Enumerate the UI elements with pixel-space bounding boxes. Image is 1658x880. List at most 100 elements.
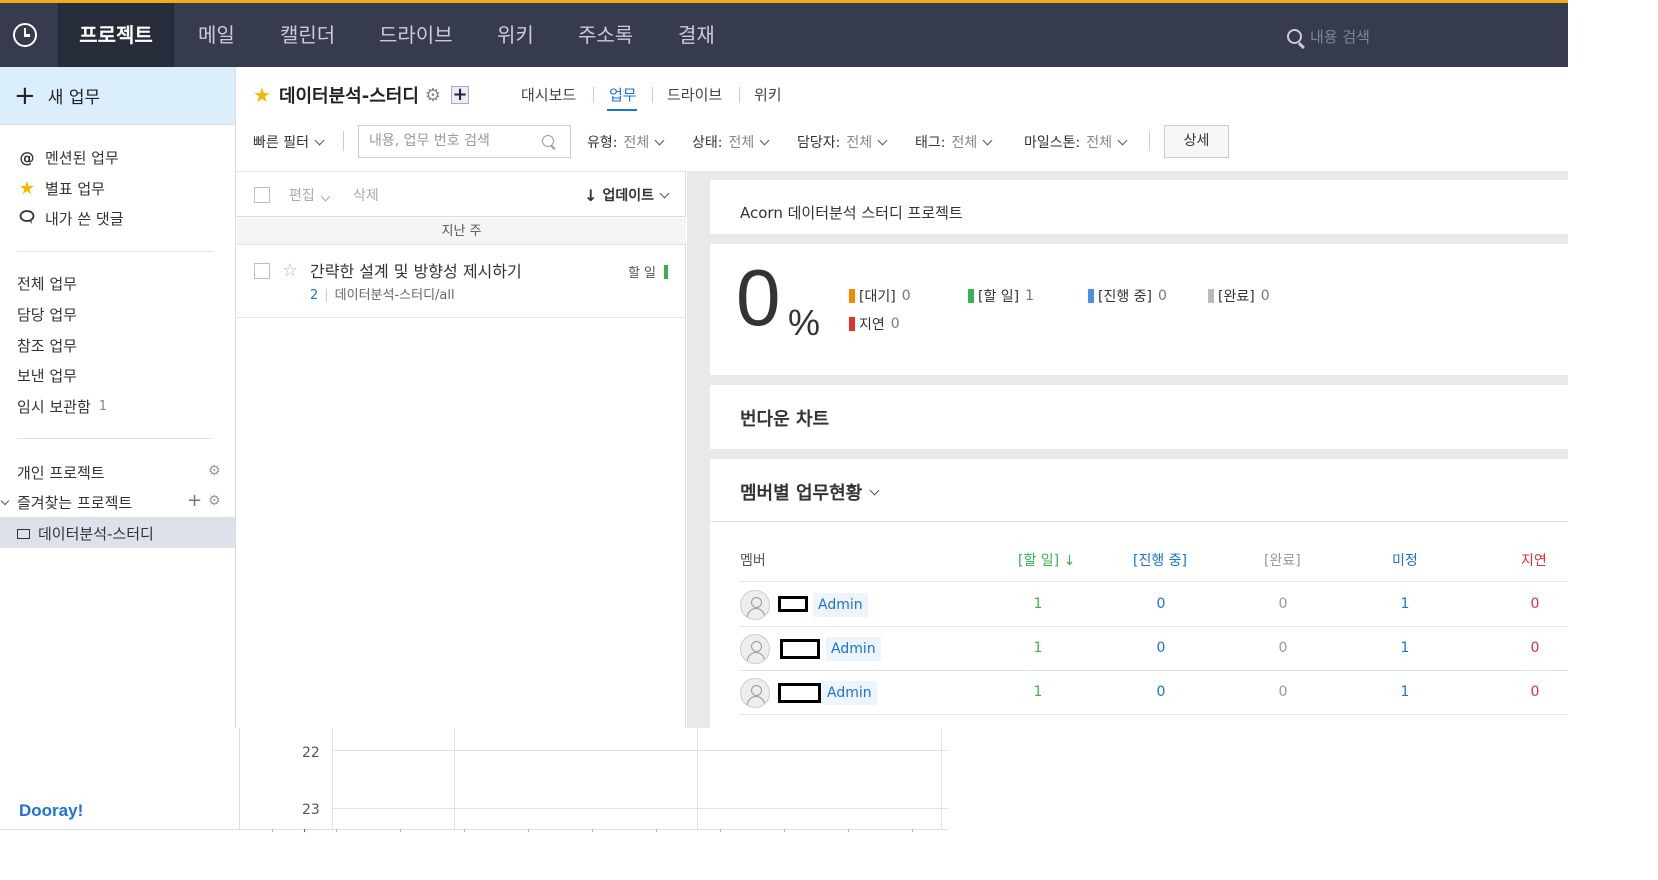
task-title[interactable]: 간략한 설계 및 방향성 제시하기 — [310, 258, 522, 282]
nav-mail[interactable]: 메일 — [198, 3, 235, 67]
project-description: Acorn 데이터분석 스터디 프로젝트 — [740, 204, 963, 222]
nav-drive[interactable]: 드라이브 — [379, 3, 453, 67]
nav-projects[interactable]: 프로젝트 — [58, 3, 174, 67]
add-icon[interactable]: + — [451, 86, 470, 104]
draft-count: 1 — [98, 399, 108, 414]
member-delayed-count[interactable]: 0 — [1515, 596, 1555, 612]
member-unset-count[interactable]: 1 — [1385, 684, 1425, 700]
member-status-title[interactable]: 멤버별 업무현황 — [740, 479, 880, 505]
avatar — [740, 678, 770, 708]
member-unset-count[interactable]: 1 — [1385, 640, 1425, 656]
select-all-checkbox[interactable] — [254, 187, 270, 203]
sort-dropdown[interactable]: ↓ 업데이트 — [584, 185, 670, 205]
type-filter[interactable]: 유형: 전체 — [587, 132, 665, 152]
calendar-gridline — [332, 728, 333, 830]
chevron-down-icon — [869, 485, 880, 495]
member-row: Admin 1 0 0 1 0 — [740, 583, 1568, 627]
sidebar-item-mentioned[interactable]: @ 멘션된 업무 — [17, 147, 119, 168]
global-search-input[interactable]: 내용 검색 — [1310, 26, 1370, 47]
sidebar-item-all-tasks[interactable]: 전체 업무 — [17, 273, 77, 294]
star-icon[interactable]: ★ — [253, 83, 271, 107]
legend-swatch — [968, 289, 974, 303]
member-todo-count[interactable]: 1 — [1018, 640, 1058, 656]
delete-button[interactable]: 삭제 — [353, 185, 379, 205]
tab-dashboard[interactable]: 대시보드 — [521, 84, 576, 105]
gear-icon[interactable]: ⚙ — [208, 463, 221, 479]
member-delayed-count[interactable]: 0 — [1515, 640, 1555, 656]
col-unset[interactable]: 미정 — [1392, 550, 1418, 570]
tab-tasks[interactable]: 업무 — [609, 84, 637, 105]
chevron-down-icon — [982, 135, 993, 145]
filter-label: 상태: — [692, 135, 723, 151]
quick-filter-dropdown[interactable]: 빠른 필터 — [253, 132, 325, 152]
sidebar-item-my-comments[interactable]: 내가 쓴 댓글 — [17, 208, 124, 229]
sidebar-item-cc-tasks[interactable]: 참조 업무 — [17, 335, 77, 356]
tag-filter[interactable]: 태그: 전체 — [915, 132, 993, 152]
gear-icon[interactable]: ⚙ — [425, 85, 441, 106]
sort-label: 업데이트 — [602, 188, 654, 204]
project-name: 데이터분석-스터디 — [278, 86, 419, 107]
task-checkbox[interactable] — [254, 263, 270, 279]
member-unset-count[interactable]: 1 — [1385, 596, 1425, 612]
sidebar-item-drafts[interactable]: 임시 보관함 1 — [17, 396, 107, 417]
nav-wiki[interactable]: 위키 — [497, 3, 534, 67]
nav-contacts[interactable]: 주소록 — [578, 3, 633, 67]
sidebar-item-label: 데이터분석-스터디 — [38, 525, 154, 543]
legend-done: [완료] 0 — [1208, 286, 1270, 306]
filter-value: 전체 — [623, 135, 650, 151]
edit-button[interactable]: 편집 — [289, 185, 331, 205]
assignee-filter[interactable]: 담당자: 전체 — [797, 132, 888, 152]
bottom-divider — [0, 829, 948, 830]
member-todo-count[interactable]: 1 — [1018, 596, 1058, 612]
col-done[interactable]: [완료] — [1264, 550, 1301, 570]
star-outline-icon[interactable]: ☆ — [282, 260, 298, 281]
nav-calendar[interactable]: 캘린더 — [280, 3, 335, 67]
task-search-input[interactable]: 내용, 업무 번호 검색 — [358, 125, 571, 158]
legend-label: [대기] — [859, 289, 896, 305]
col-in-progress[interactable]: [진행 중] — [1133, 550, 1187, 570]
sidebar-project-data-analysis[interactable]: 데이터분석-스터디 — [17, 523, 154, 544]
search-icon — [1287, 28, 1302, 44]
tab-drive[interactable]: 드라이브 — [667, 84, 722, 105]
sidebar-item-sent-tasks[interactable]: 보낸 업무 — [17, 365, 77, 386]
gear-icon[interactable]: ⚙ — [208, 493, 221, 509]
member-done-count[interactable]: 0 — [1263, 596, 1303, 612]
timeline-tick — [848, 829, 849, 832]
member-in-progress-count[interactable]: 0 — [1141, 596, 1181, 612]
task-row[interactable]: ☆ 간략한 설계 및 방향성 제시하기 2 | 데이터분석-스터디/all 할 일 — [237, 246, 686, 318]
nav-approval[interactable]: 결재 — [678, 3, 715, 67]
tab-wiki[interactable]: 위키 — [754, 84, 782, 105]
sidebar-item-assigned-tasks[interactable]: 담당 업무 — [17, 304, 77, 325]
task-status-label: 할 일 — [627, 266, 656, 281]
task-path: 데이터분석-스터디/all — [334, 288, 455, 303]
left-sidebar: + 새 업무 @ 멘션된 업무 ★ 별표 업무 내가 쓴 댓글 전체 업무 담당… — [0, 67, 236, 728]
status-filter[interactable]: 상태: 전체 — [692, 132, 770, 152]
member-delayed-count[interactable]: 0 — [1515, 684, 1555, 700]
global-search[interactable]: 내용 검색 — [1287, 23, 1370, 49]
sidebar-item-label: 개인 프로젝트 — [17, 464, 105, 482]
new-task-button[interactable]: + 새 업무 — [0, 67, 235, 125]
member-todo-count[interactable]: 1 — [1018, 684, 1058, 700]
member-in-progress-count[interactable]: 0 — [1141, 640, 1181, 656]
col-delayed[interactable]: 지연 — [1521, 550, 1547, 570]
add-project-icon[interactable]: + — [187, 490, 202, 511]
sidebar-item-starred[interactable]: ★ 별표 업무 — [17, 178, 105, 199]
col-todo[interactable]: [할 일] ↓ — [1018, 550, 1075, 570]
member-in-progress-count[interactable]: 0 — [1141, 684, 1181, 700]
project-title: ★ 데이터분석-스터디 ⚙ + — [253, 82, 470, 108]
member-done-count[interactable]: 0 — [1263, 640, 1303, 656]
timeline-tick — [400, 829, 401, 832]
milestone-filter[interactable]: 마일스톤: 전체 — [1024, 132, 1128, 152]
arrow-down-icon: ↓ — [584, 185, 598, 205]
sidebar-item-label: 참조 업무 — [17, 337, 77, 355]
clock-icon[interactable] — [13, 23, 37, 47]
detail-filter-button[interactable]: 상세 — [1164, 125, 1229, 158]
redacted-name — [778, 596, 808, 612]
member-done-count[interactable]: 0 — [1263, 684, 1303, 700]
timeline-tick-current — [304, 829, 305, 832]
filter-label: 담당자: — [797, 135, 841, 151]
sidebar-personal-project[interactable]: 개인 프로젝트 — [17, 462, 105, 483]
sidebar-favorite-projects[interactable]: 즐겨찾는 프로젝트 — [0, 492, 132, 513]
active-tab-indicator — [607, 109, 637, 111]
legend-swatch — [849, 317, 855, 331]
